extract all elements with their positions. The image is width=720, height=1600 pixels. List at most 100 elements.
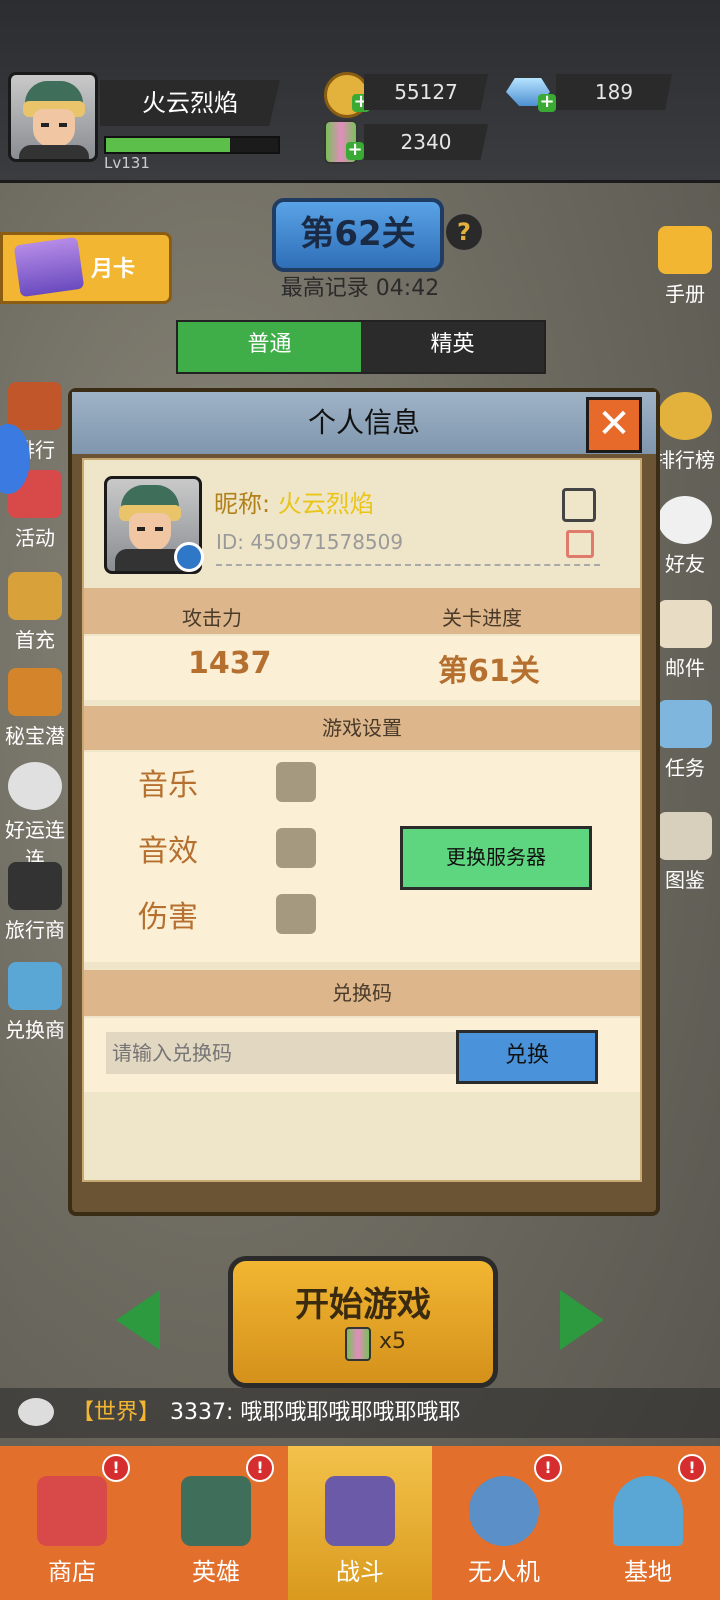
calendar-icon <box>658 700 712 748</box>
side-item-lucky[interactable]: 好运连连 <box>0 762 70 872</box>
side-item-tasks[interactable]: 任务 <box>650 700 720 781</box>
merchant-icon <box>8 862 62 910</box>
redeem-code-input[interactable] <box>106 1032 464 1074</box>
help-icon[interactable]: ? <box>446 214 482 250</box>
notification-badge: ! <box>534 1454 562 1482</box>
nav-label: 基地 <box>624 1558 672 1586</box>
nav-label: 战斗 <box>336 1558 384 1586</box>
month-card-button[interactable]: 月卡 <box>0 232 172 304</box>
side-item-merchant[interactable]: 旅行商 <box>0 862 70 943</box>
redeem-header: 兑换码 <box>84 970 640 1016</box>
dialog-title: 个人信息 <box>72 392 656 454</box>
shop-stall-icon <box>8 962 62 1010</box>
side-label: 秘宝潜 <box>5 724 65 748</box>
month-card-label: 月卡 <box>91 257 136 282</box>
side-label: 好友 <box>665 552 705 576</box>
side-label: 首充 <box>15 628 55 652</box>
side-label: 排行榜 <box>655 448 715 472</box>
mail-icon <box>658 600 712 648</box>
nav-base[interactable]: 基地 ! <box>576 1446 720 1600</box>
gem-amount: 189 <box>556 74 672 110</box>
damage-toggle[interactable] <box>276 894 316 934</box>
close-button[interactable]: ✕ <box>586 397 642 453</box>
profile-dialog: 个人信息 ✕ 昵称: 火云烈焰 ID: 450971578509 攻击力 关卡进… <box>68 388 660 1216</box>
stage-badge[interactable]: 第62关 <box>272 198 444 272</box>
side-item-treasure[interactable]: 秘宝潜 <box>0 668 70 749</box>
edit-icon[interactable] <box>562 488 596 522</box>
xp-bar-fill <box>106 138 230 152</box>
nav-label: 无人机 <box>468 1558 540 1586</box>
tab-normal[interactable]: 普通 <box>178 322 361 372</box>
side-label: 手册 <box>665 282 705 306</box>
link-icon <box>174 542 204 572</box>
side-item-exchange-shop[interactable]: 兑换商 <box>0 962 70 1043</box>
player-avatar[interactable] <box>8 72 98 162</box>
nav-battle[interactable]: 战斗 <box>288 1446 432 1600</box>
xp-bar <box>104 136 280 154</box>
copy-icon[interactable] <box>566 530 594 558</box>
side-item-mail[interactable]: 邮件 <box>650 600 720 681</box>
side-label: 旅行商 <box>5 918 65 942</box>
side-item-manual[interactable]: 手册 <box>650 226 720 307</box>
friends-icon <box>658 496 712 544</box>
settings-header: 游戏设置 <box>84 706 640 750</box>
side-item-codex[interactable]: 图鉴 <box>650 812 720 893</box>
side-label: 活动 <box>15 526 55 550</box>
energy-amount: 2340 <box>364 124 488 160</box>
chat-message: 3337: 哦耶哦耶哦耶哦耶哦耶 <box>170 1400 461 1425</box>
gold-amount: 55127 <box>364 74 488 110</box>
wheel-icon <box>8 762 62 810</box>
add-energy-button[interactable]: + <box>346 141 364 160</box>
stats-header-band <box>84 588 640 634</box>
progress-label: 关卡进度 <box>442 606 522 630</box>
player-name: 火云烈焰 <box>100 80 280 126</box>
side-label: 邮件 <box>665 656 705 680</box>
nickname-row: 昵称: 火云烈焰 <box>214 484 374 519</box>
start-game-label: 开始游戏 <box>295 1285 431 1325</box>
card-icon <box>13 236 85 298</box>
nav-label: 英雄 <box>192 1558 240 1586</box>
best-record: 最高记录 04:42 <box>280 276 440 301</box>
nav-hero[interactable]: 英雄 ! <box>144 1446 288 1600</box>
album-icon <box>658 812 712 860</box>
prev-stage-arrow-icon[interactable] <box>116 1290 160 1350</box>
world-chat-bar[interactable]: 【世界】 3337: 哦耶哦耶哦耶哦耶哦耶 <box>0 1388 720 1438</box>
stats-row <box>84 636 640 700</box>
notification-badge: ! <box>102 1454 130 1482</box>
divider <box>216 564 600 566</box>
music-toggle[interactable] <box>276 762 316 802</box>
next-stage-arrow-icon[interactable] <box>560 1290 604 1350</box>
change-server-button[interactable]: 更换服务器 <box>400 826 592 890</box>
start-cost: x5 <box>379 1329 407 1354</box>
chest-icon <box>8 572 62 620</box>
nav-shop[interactable]: 商店 ! <box>0 1446 144 1600</box>
book-icon <box>658 226 712 274</box>
nav-drone[interactable]: 无人机 ! <box>432 1446 576 1600</box>
tab-elite[interactable]: 精英 <box>361 322 544 372</box>
trophy-icon <box>658 392 712 440</box>
start-game-button[interactable]: 开始游戏 x5 <box>228 1256 498 1388</box>
rifle-icon <box>325 1476 395 1546</box>
nickname-value: 火云烈焰 <box>277 490 374 518</box>
redeem-button[interactable]: 兑换 <box>456 1030 598 1084</box>
side-label: 任务 <box>665 756 705 780</box>
notification-badge: ! <box>678 1454 706 1482</box>
energy-can-icon <box>345 1327 371 1361</box>
hero-icon <box>181 1476 251 1546</box>
chat-channel: 【世界】 <box>72 1400 161 1425</box>
add-gem-button[interactable]: + <box>538 93 556 112</box>
sfx-toggle[interactable] <box>276 828 316 868</box>
music-label: 音乐 <box>138 768 198 803</box>
side-label: 兑换商 <box>5 1018 65 1042</box>
side-item-first-recharge[interactable]: 首充 <box>0 572 70 653</box>
drone-icon <box>469 1476 539 1546</box>
nickname-label: 昵称: <box>214 490 271 518</box>
nav-label: 商店 <box>48 1558 96 1586</box>
notification-badge: ! <box>246 1454 274 1482</box>
side-item-friends[interactable]: 好友 <box>650 496 720 577</box>
side-label: 图鉴 <box>665 868 705 892</box>
attack-label: 攻击力 <box>182 606 242 630</box>
top-status-bar: 火云烈焰 Lv131 + 55127 + 189 + 2340 <box>0 0 720 183</box>
shop-icon <box>37 1476 107 1546</box>
side-item-leaderboard[interactable]: 排行榜 <box>650 392 720 473</box>
